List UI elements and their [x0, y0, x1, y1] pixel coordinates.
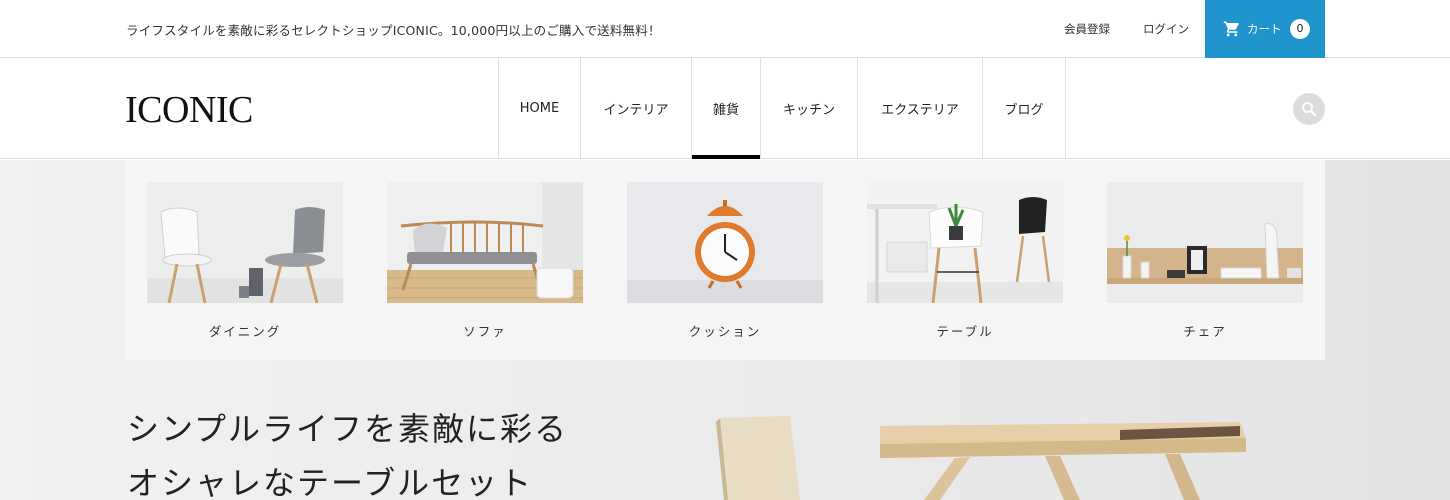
hero-title: シンプルライフを素敵に彩る オシャレなテーブルセット — [127, 402, 568, 500]
megamenu-item-table[interactable]: テーブル — [867, 182, 1063, 340]
cart-button[interactable]: カート 0 — [1205, 0, 1325, 58]
global-nav: HOME インテリア 雑貨 キッチン エクステリア ブログ — [498, 58, 1066, 159]
hero-title-line-2: オシャレなテーブルセット — [127, 464, 534, 500]
hero-title-line-1: シンプルライフを素敵に彩る — [127, 410, 569, 448]
search-button[interactable] — [1293, 93, 1325, 125]
megamenu-item-sofa[interactable]: ソファ — [387, 182, 583, 340]
cart-count-badge: 0 — [1290, 19, 1310, 39]
search-icon — [1302, 102, 1317, 117]
site-logo[interactable]: ICONIC — [125, 88, 253, 132]
megamenu-label-dining: ダイニング — [208, 324, 282, 339]
megamenu-item-dining[interactable]: ダイニング — [147, 182, 343, 340]
top-bar: ライフスタイルを素敵に彩るセレクトショップICONIC。10,000円以上のご購… — [0, 0, 1450, 58]
wooden-bench-image — [387, 182, 583, 303]
register-link[interactable]: 会員登録 — [1064, 21, 1110, 37]
nav-item-goods[interactable]: 雑貨 — [692, 58, 761, 159]
cart-icon — [1223, 21, 1239, 37]
megamenu-label-table: テーブル — [936, 324, 994, 339]
megamenu-item-chair[interactable]: チェア — [1107, 182, 1303, 340]
nav-item-exterior[interactable]: エクステリア — [858, 58, 983, 159]
megamenu-label-sofa: ソファ — [463, 324, 507, 339]
cart-label: カート — [1247, 22, 1282, 36]
nav-item-home[interactable]: HOME — [499, 58, 581, 159]
megamenu-dropdown: ダイニング ソファ クッション テーブル チェア — [125, 160, 1325, 360]
nav-item-interior[interactable]: インテリア — [581, 58, 692, 159]
megamenu-label-cushion: クッション — [688, 324, 762, 339]
white-chair-plant-image — [867, 182, 1063, 303]
nav-item-blog[interactable]: ブログ — [983, 58, 1066, 159]
alarm-clock-image — [627, 182, 823, 303]
megamenu-label-chair: チェア — [1183, 324, 1227, 339]
login-link[interactable]: ログイン — [1143, 21, 1189, 37]
nav-item-kitchen[interactable]: キッチン — [761, 58, 858, 159]
megamenu-item-cushion[interactable]: クッション — [627, 182, 823, 340]
dining-chairs-image — [147, 182, 343, 303]
wall-shelf-image — [1107, 182, 1303, 303]
announcement-text: ライフスタイルを素敵に彩るセレクトショップICONIC。10,000円以上のご購… — [126, 23, 661, 38]
site-header: ICONIC HOME インテリア 雑貨 キッチン エクステリア ブログ — [0, 58, 1450, 159]
